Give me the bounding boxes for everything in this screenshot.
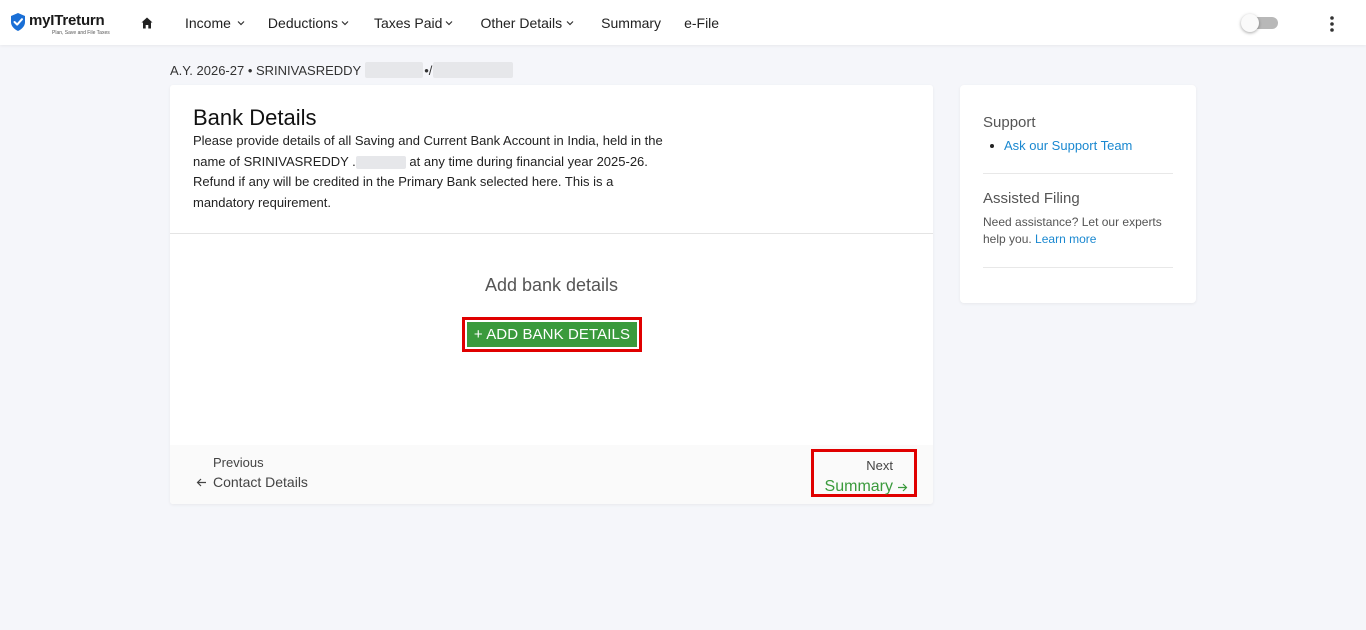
nav-item-label: e-File [684,14,720,31]
chevron-down-icon [566,20,574,25]
breadcrumb-separator: •/ [424,62,433,78]
chevron-down-icon [237,20,245,25]
redacted-field [355,155,406,169]
redacted-field [433,62,514,78]
shield-check-icon [11,13,25,31]
add-bank-details-button[interactable]: + ADD BANK DETAILS [467,322,637,347]
home-icon[interactable] [141,17,153,29]
nav-taxes-paid[interactable]: Taxes Paid [374,15,453,31]
bullet [990,144,994,148]
next-link-label: Summary [824,478,893,495]
support-sidebar: Support Ask our Support Team Assisted Fi… [960,85,1196,303]
nav-summary[interactable]: Summary [601,15,661,31]
top-navbar: myITreturn Plan, Save and File Taxes Inc… [0,0,1366,45]
previous-label: Previous [213,455,264,470]
main-nav: Income Deductions Taxes Paid Other Detai… [185,0,742,45]
chevron-down-icon [341,20,349,25]
redacted-field [365,62,424,78]
nav-income[interactable]: Income [185,15,245,31]
arrow-left-icon [196,478,206,486]
divider [170,233,933,234]
nav-item-label: Income [185,14,231,31]
theme-toggle[interactable] [1241,14,1278,32]
breadcrumb-text: A.Y. 2026-27 • SRINIVASREDDY [170,62,362,78]
nav-other-details[interactable]: Other Details [480,15,574,31]
learn-more-link[interactable]: Learn more [1035,232,1096,246]
nav-item-label: Summary [601,14,662,31]
breadcrumb: A.Y. 2026-27 • SRINIVASREDDY •/ [170,62,514,78]
next-label: Next [866,458,893,473]
toggle-knob [1241,14,1259,32]
divider [983,267,1173,268]
bank-description: Please provide details of all Saving and… [193,131,663,213]
brand-tagline: Plan, Save and File Taxes [52,30,110,36]
support-title: Support [983,114,1036,131]
previous-link[interactable]: Contact Details [196,474,308,490]
bank-details-card: Bank Details Please provide details of a… [170,85,933,504]
highlight-box: Next Summary [811,449,917,497]
add-bank-heading: Add bank details [484,275,619,295]
nav-item-label: Taxes Paid [373,14,443,31]
card-footer: Previous Contact Details Next Summary [170,445,933,504]
brand-logo[interactable]: myITreturn Plan, Save and File Taxes [10,12,110,36]
chevron-down-icon [446,20,453,25]
highlight-box: + ADD BANK DETAILS [462,317,642,352]
brand-name: myITreturn [29,12,105,29]
page-title: Bank Details [193,105,317,130]
assisted-filing-text: Need assistance? Let our experts help yo… [983,214,1178,248]
more-vertical-icon[interactable] [1326,15,1338,33]
nav-deductions[interactable]: Deductions [268,15,349,31]
nav-item-label: Other Details [480,14,563,31]
nav-item-label: Deductions [267,14,338,31]
nav-efile[interactable]: e-File [684,15,719,31]
arrow-right-icon [898,483,908,491]
previous-link-label: Contact Details [213,474,308,490]
ask-support-link[interactable]: Ask our Support Team [1004,138,1132,153]
divider [983,173,1173,174]
assisted-filing-title: Assisted Filing [983,190,1080,207]
support-list: Ask our Support Team [990,138,1132,153]
next-link[interactable]: Summary [825,478,908,496]
